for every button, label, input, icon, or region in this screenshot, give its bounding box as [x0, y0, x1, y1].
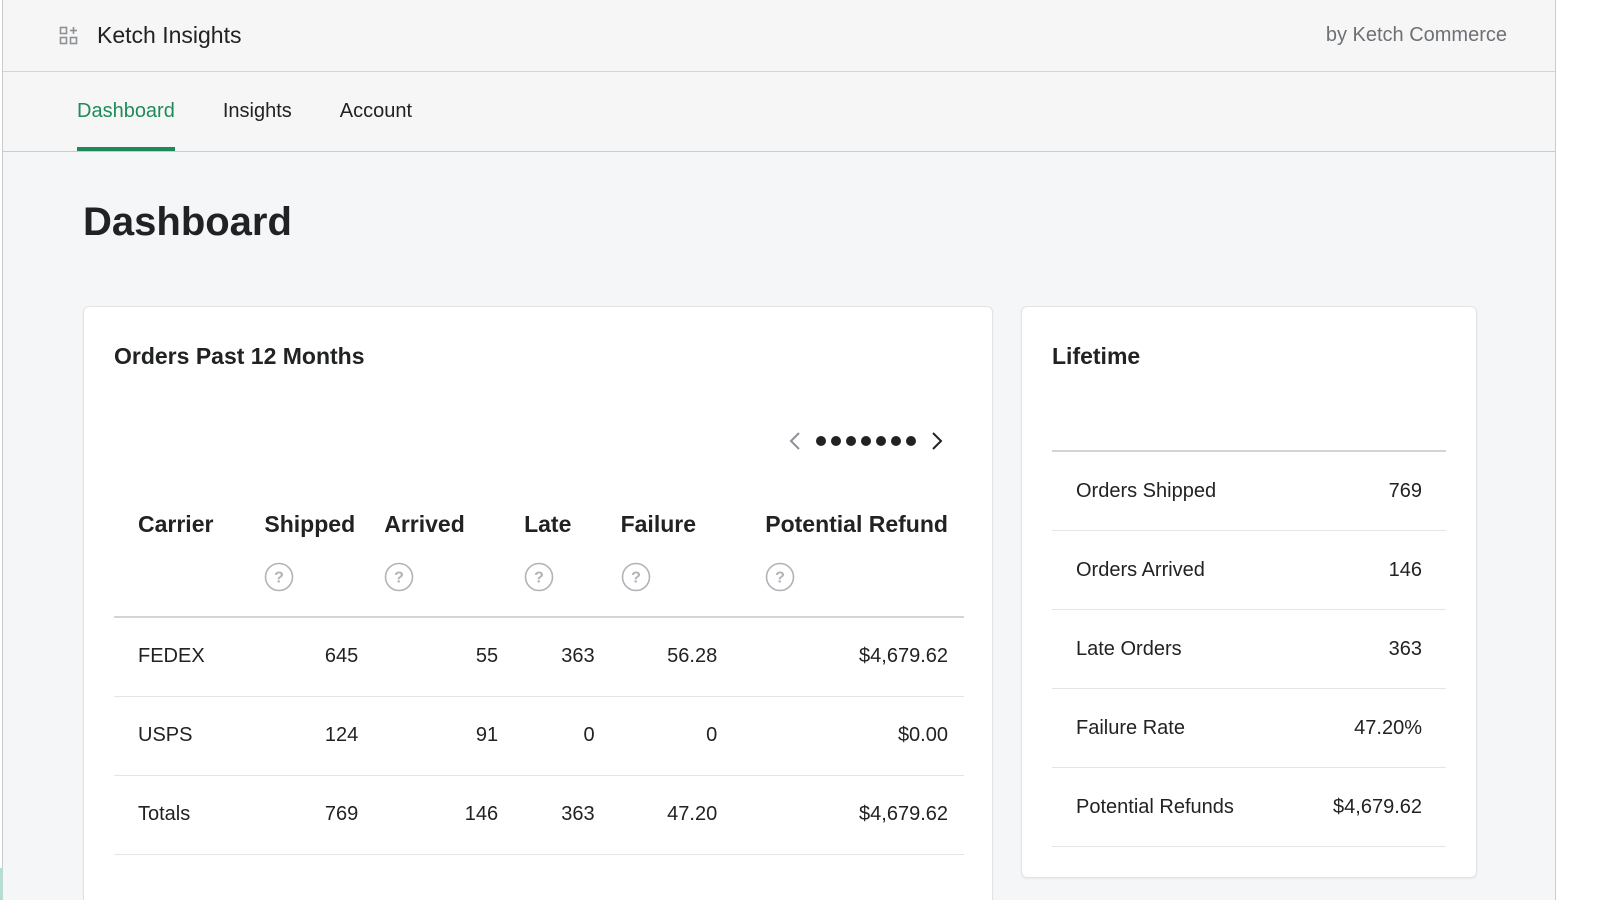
- orders-table: Carrier Shipped ? Arrived ? Late ? Failu…: [114, 497, 964, 855]
- refund-cell: $0.00: [717, 696, 964, 776]
- carrier-cell: Totals: [114, 775, 239, 855]
- list-item: Orders Shipped 769: [1052, 452, 1446, 531]
- tab-insights[interactable]: Insights: [223, 100, 292, 151]
- table-header-row: Carrier Shipped ? Arrived ? Late ? Failu…: [114, 497, 964, 618]
- column-header-failure: Failure ?: [594, 497, 718, 618]
- totals-row: Totals 769 146 363 47.20 $4,679.62: [114, 775, 964, 855]
- failure-cell: 56.28: [594, 617, 718, 697]
- shipped-cell: 124: [238, 696, 359, 776]
- stat-value: 363: [1388, 637, 1422, 660]
- list-item: Late Orders 363: [1052, 610, 1446, 689]
- stat-value: $4,679.62: [1333, 795, 1422, 818]
- pager-dot[interactable]: [891, 436, 901, 446]
- lifetime-card-title: Lifetime: [1052, 343, 1141, 369]
- carrier-cell: FEDEX: [114, 617, 239, 697]
- arrived-cell: 55: [358, 617, 499, 697]
- pager-next-button[interactable]: [928, 429, 946, 453]
- column-header-arrived: Arrived ?: [358, 497, 499, 618]
- list-item: Orders Arrived 146: [1052, 531, 1446, 610]
- stat-label: Late Orders: [1076, 637, 1182, 660]
- pager: [786, 429, 946, 453]
- app-title: Ketch Insights: [97, 22, 242, 48]
- help-icon[interactable]: ?: [524, 562, 554, 592]
- pager-dot[interactable]: [846, 436, 856, 446]
- pager-previous-button[interactable]: [786, 429, 804, 453]
- stat-label: Orders Arrived: [1076, 558, 1205, 581]
- table-row: FEDEX 645 55 363 56.28 $4,679.62: [114, 617, 964, 697]
- help-icon[interactable]: ?: [765, 562, 795, 592]
- arrived-cell: 146: [358, 775, 499, 855]
- stat-value: 47.20%: [1354, 716, 1422, 739]
- app-frame: Ketch Insights by Ketch Commerce Dashboa…: [2, 0, 1556, 900]
- lifetime-card: Lifetime Orders Shipped 769 Orders Arriv…: [1021, 306, 1477, 878]
- refund-cell: $4,679.62: [717, 775, 964, 855]
- help-icon[interactable]: ?: [264, 562, 294, 592]
- pager-dot[interactable]: [816, 436, 826, 446]
- stat-value: 769: [1388, 479, 1422, 502]
- svg-text:?: ?: [275, 570, 285, 587]
- column-header-shipped: Shipped ?: [238, 497, 359, 618]
- svg-text:?: ?: [394, 570, 404, 587]
- chevron-right-icon: [932, 432, 943, 450]
- help-icon[interactable]: ?: [621, 562, 651, 592]
- arrived-cell: 91: [358, 696, 499, 776]
- orders-card-title: Orders Past 12 Months: [114, 343, 365, 369]
- lifetime-stats-list: Orders Shipped 769 Orders Arrived 146 La…: [1052, 452, 1446, 847]
- byline: by Ketch Commerce: [1325, 24, 1507, 46]
- shipped-cell: 645: [238, 617, 359, 697]
- tab-dashboard[interactable]: Dashboard: [77, 100, 175, 151]
- svg-text:?: ?: [534, 570, 544, 587]
- column-header-potential-refund: Potential Refund ?: [717, 497, 964, 618]
- stat-label: Potential Refunds: [1076, 795, 1234, 818]
- column-header-late: Late ?: [498, 497, 595, 618]
- stat-label: Failure Rate: [1076, 716, 1185, 739]
- pager-dots: [816, 436, 916, 446]
- chevron-left-icon: [789, 432, 800, 450]
- refund-cell: $4,679.62: [717, 617, 964, 697]
- top-bar: Ketch Insights by Ketch Commerce: [3, 0, 1555, 72]
- pager-dot[interactable]: [906, 436, 916, 446]
- failure-cell: 47.20: [594, 775, 718, 855]
- column-header-carrier: Carrier: [114, 497, 239, 618]
- carrier-cell: USPS: [114, 696, 239, 776]
- svg-text:?: ?: [631, 570, 641, 587]
- pager-dot[interactable]: [831, 436, 841, 446]
- pager-dot[interactable]: [861, 436, 871, 446]
- nav-tabs: Dashboard Insights Account: [3, 72, 1555, 152]
- stat-value: 146: [1388, 558, 1422, 581]
- late-cell: 0: [498, 696, 595, 776]
- stat-label: Orders Shipped: [1076, 479, 1217, 502]
- apps-grid-icon: [59, 26, 79, 46]
- window-edge-marker: [0, 868, 3, 900]
- failure-cell: 0: [594, 696, 718, 776]
- list-item: Potential Refunds $4,679.62: [1052, 768, 1446, 847]
- late-cell: 363: [498, 617, 595, 697]
- shipped-cell: 769: [238, 775, 359, 855]
- pager-dot[interactable]: [876, 436, 886, 446]
- help-icon[interactable]: ?: [384, 562, 414, 592]
- late-cell: 363: [498, 775, 595, 855]
- brand: Ketch Insights: [59, 22, 241, 49]
- svg-text:?: ?: [775, 570, 785, 587]
- list-item: Failure Rate 47.20%: [1052, 689, 1446, 768]
- table-row: USPS 124 91 0 0 $0.00: [114, 696, 964, 776]
- page-title: Dashboard: [83, 200, 292, 244]
- tab-account[interactable]: Account: [340, 100, 412, 151]
- orders-card: Orders Past 12 Months Carrier Shipped ? …: [83, 306, 993, 900]
